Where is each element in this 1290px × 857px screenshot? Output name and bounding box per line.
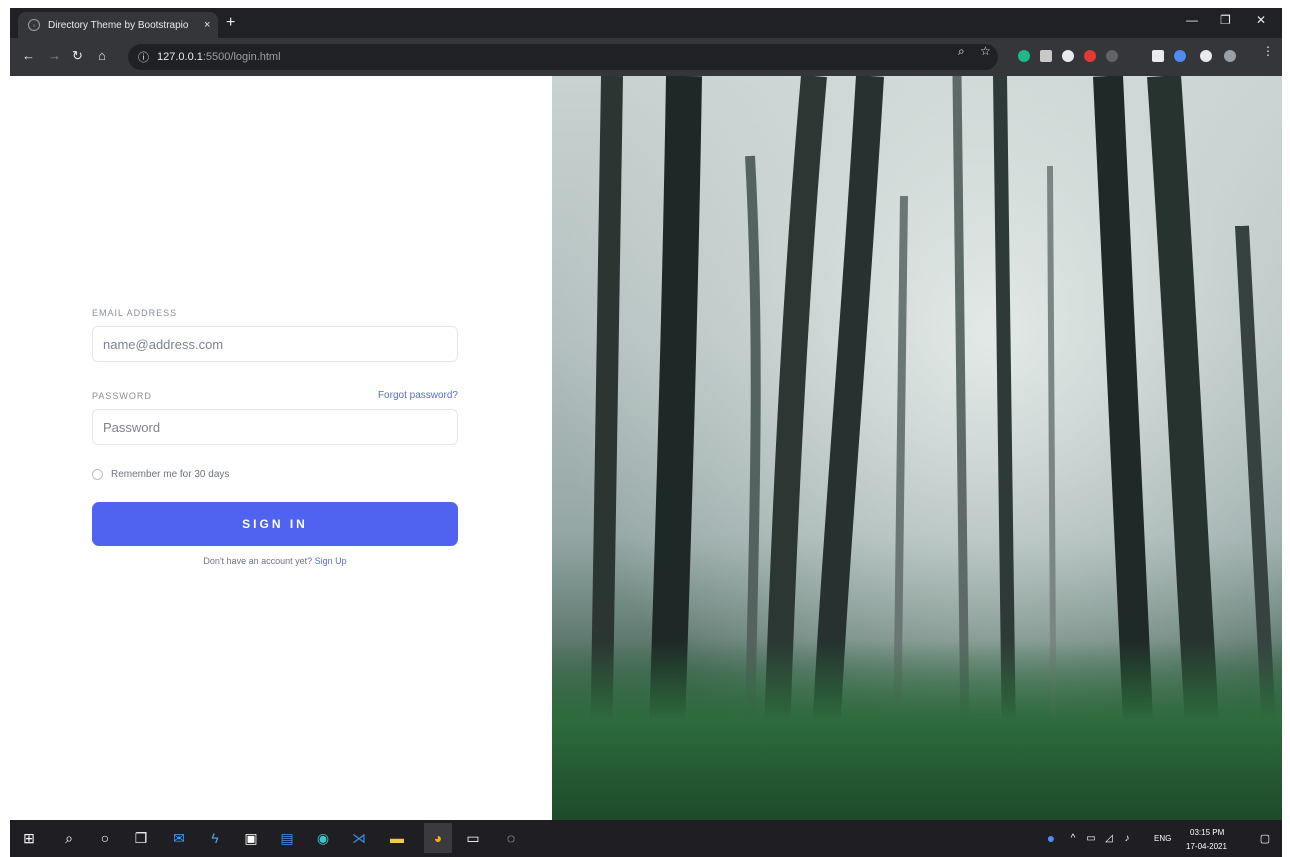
signup-prompt: Don't have an account yet? Sign Up xyxy=(92,556,458,566)
zoom-search-icon[interactable]: ⌕ xyxy=(958,44,965,59)
browser-toolbar: ← → ↻ ⌂ ⓘ 127.0.0.1:5500/login.html ⌕ ☆ … xyxy=(10,38,1282,76)
forward-icon[interactable]: → xyxy=(48,48,61,63)
password-input[interactable] xyxy=(92,409,458,445)
info-icon[interactable]: ⓘ xyxy=(138,49,149,65)
clock-time[interactable]: 03:15 PM xyxy=(1190,828,1224,837)
email-input[interactable] xyxy=(92,326,458,362)
address-bar[interactable]: ⓘ 127.0.0.1:5500/login.html xyxy=(128,44,998,70)
password-label-row: PASSWORD Forgot password? xyxy=(92,390,458,401)
calculator-app-icon[interactable]: ▤ xyxy=(278,829,296,847)
file-explorer-icon[interactable]: ▬ xyxy=(388,829,406,847)
windows-start-icon[interactable]: ⊞ xyxy=(20,829,38,847)
browser-tab-strip: ◦ Directory Theme by Bootstrapio × + — ❐… xyxy=(10,8,1282,38)
bookmark-star-icon[interactable]: ☆ xyxy=(980,44,991,58)
extension-icon[interactable] xyxy=(1174,50,1186,62)
notification-icon[interactable]: ▢ xyxy=(1256,829,1274,847)
task-view-icon[interactable]: ❐ xyxy=(132,829,150,847)
extensions-puzzle-icon[interactable] xyxy=(1200,50,1212,62)
search-icon[interactable]: ⌕ xyxy=(60,829,78,847)
password-label: PASSWORD xyxy=(92,390,152,401)
vscode-icon[interactable]: ⋊ xyxy=(350,829,368,847)
minimize-icon[interactable]: — xyxy=(1186,13,1198,27)
new-tab-icon[interactable]: + xyxy=(226,14,235,32)
chrome-icon[interactable]: ◕ xyxy=(424,823,452,853)
mail-icon[interactable]: ✉ xyxy=(170,829,188,847)
browser-tab[interactable]: ◦ Directory Theme by Bootstrapio × xyxy=(18,12,218,38)
extension-icon[interactable] xyxy=(1152,50,1164,62)
remember-me-checkbox[interactable] xyxy=(92,469,103,480)
cortana-icon[interactable]: ○ xyxy=(96,829,114,847)
clock-date[interactable]: 17-04-2021 xyxy=(1186,842,1227,851)
terminal-icon[interactable]: ▭ xyxy=(464,829,482,847)
menu-kebab-icon[interactable]: ⋮ xyxy=(1262,44,1274,58)
remember-me-row: Remember me for 30 days xyxy=(92,469,458,480)
extension-icon[interactable] xyxy=(1018,50,1030,62)
tray-chevron-icon[interactable]: ^ xyxy=(1064,829,1082,847)
lightning-app-icon[interactable]: ϟ xyxy=(206,829,224,847)
windows-taskbar: ⊞ ⌕ ○ ❐ ✉ ϟ ▣ ▤ ◉ ⋊ ▬ ◕ ▭ ◌ ● ^ ▭ ◿ ♪ EN… xyxy=(10,820,1282,857)
window-close-icon[interactable]: ✕ xyxy=(1256,13,1266,27)
url-text: 127.0.0.1:5500/login.html xyxy=(157,51,281,63)
tab-title: Directory Theme by Bootstrapio xyxy=(48,19,189,31)
tray-app-icon[interactable]: ● xyxy=(1042,829,1060,847)
extension-icon[interactable] xyxy=(1062,50,1074,62)
github-icon[interactable]: ◌ xyxy=(502,829,520,847)
store-icon[interactable]: ▣ xyxy=(242,829,260,847)
extension-icon[interactable] xyxy=(1084,50,1096,62)
close-tab-icon[interactable]: × xyxy=(204,19,210,31)
forest-background-image xyxy=(552,76,1282,820)
forgot-password-link[interactable]: Forgot password? xyxy=(378,390,458,401)
email-label: EMAIL ADDRESS xyxy=(92,308,178,318)
screen: ◦ Directory Theme by Bootstrapio × + — ❐… xyxy=(10,8,1282,857)
network-icon[interactable]: ◿ xyxy=(1100,829,1118,847)
forest-undergrowth xyxy=(552,640,1282,820)
volume-icon[interactable]: ♪ xyxy=(1118,829,1136,847)
language-indicator[interactable]: ENG xyxy=(1154,834,1171,843)
no-account-text: Don't have an account yet? xyxy=(203,556,313,566)
reload-icon[interactable]: ↻ xyxy=(72,48,83,64)
remember-me-label[interactable]: Remember me for 30 days xyxy=(111,469,229,480)
globe-icon: ◦ xyxy=(28,19,40,31)
login-pane: EMAIL ADDRESS PASSWORD Forgot password? … xyxy=(10,76,552,820)
sign-up-link[interactable]: Sign Up xyxy=(315,556,347,566)
restore-icon[interactable]: ❐ xyxy=(1220,13,1231,27)
back-icon[interactable]: ← xyxy=(22,48,35,63)
profile-avatar-icon[interactable] xyxy=(1224,50,1236,62)
extension-icon[interactable] xyxy=(1040,50,1052,62)
battery-icon[interactable]: ▭ xyxy=(1082,829,1100,847)
sign-in-button[interactable]: SIGN IN xyxy=(92,502,458,546)
page-viewport: EMAIL ADDRESS PASSWORD Forgot password? … xyxy=(10,76,1282,820)
login-form: EMAIL ADDRESS PASSWORD Forgot password? … xyxy=(92,308,458,566)
home-icon[interactable]: ⌂ xyxy=(98,48,106,63)
edge-browser-icon[interactable]: ◉ xyxy=(314,829,332,847)
extension-icon[interactable] xyxy=(1106,50,1118,62)
